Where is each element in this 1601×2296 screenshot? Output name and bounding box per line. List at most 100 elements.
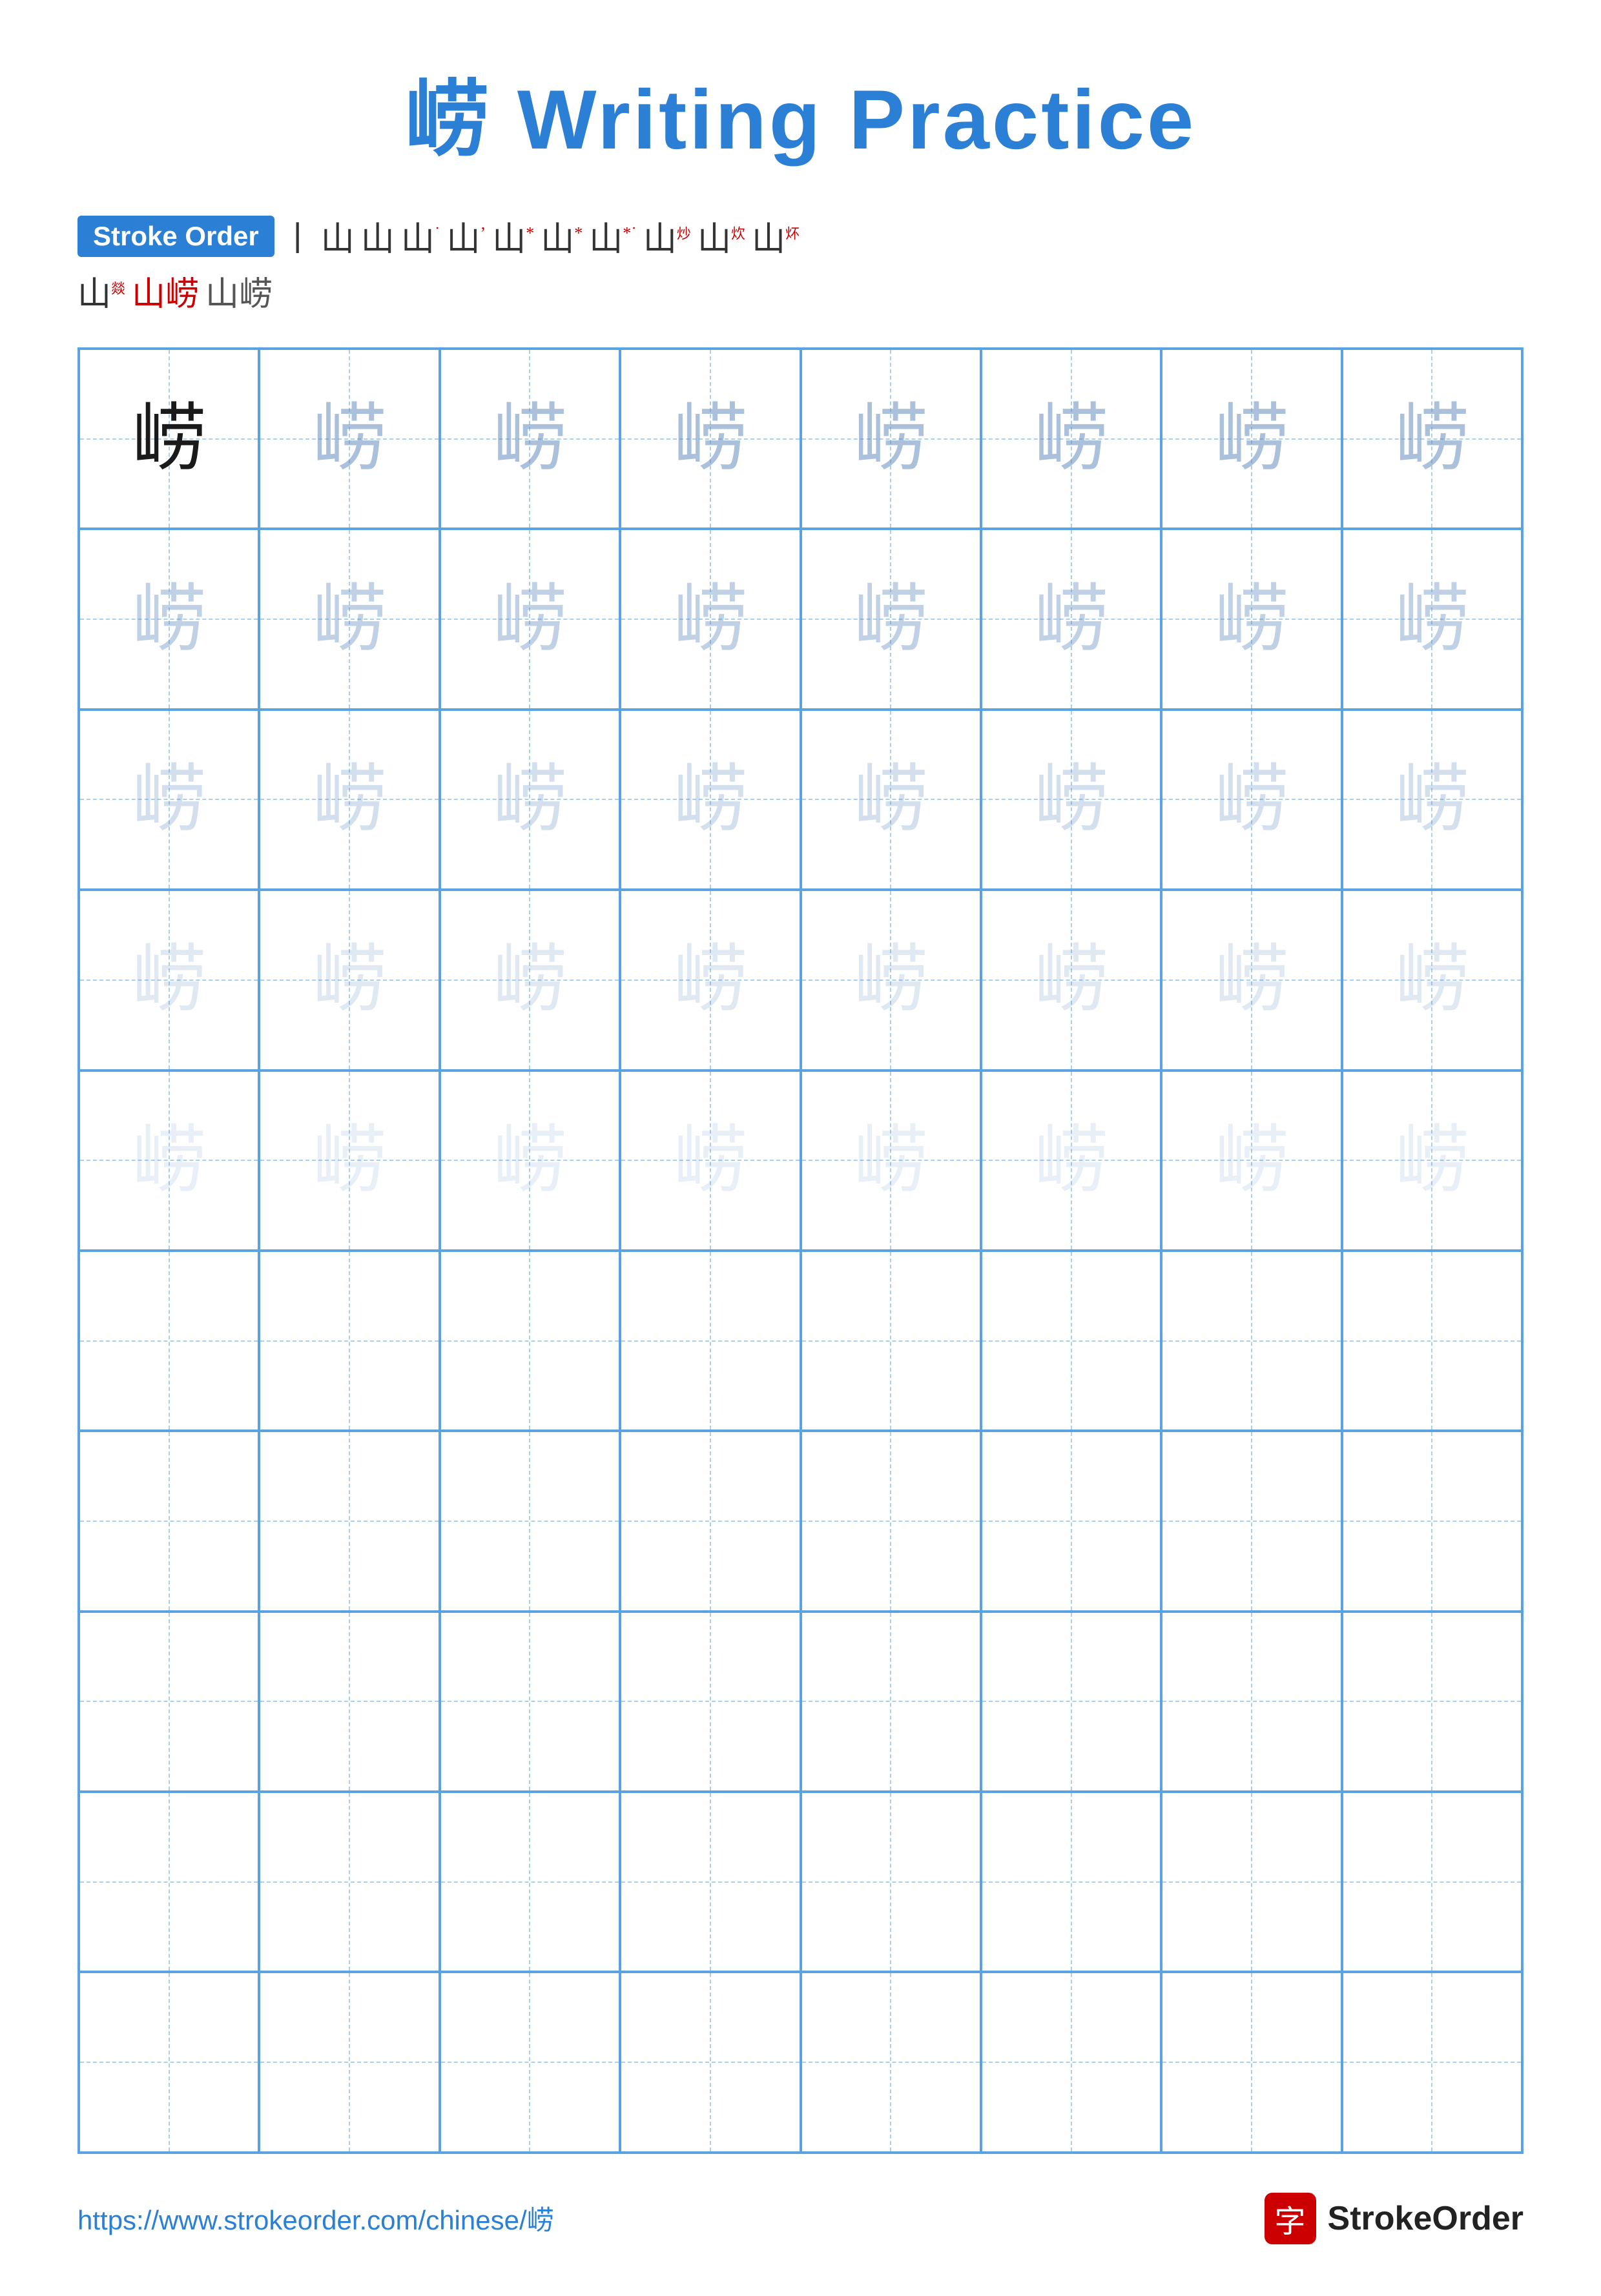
practice-grid: 崂 崂 崂 崂 崂 崂 崂 崂 崂 bbox=[77, 347, 1524, 2154]
grid-row-8 bbox=[79, 1612, 1522, 1792]
stroke-step-10: 山炊 bbox=[697, 212, 745, 260]
grid-cell: 崂 bbox=[1161, 349, 1341, 529]
grid-cell: 崂 bbox=[1161, 529, 1341, 709]
char-gray1: 崂 bbox=[1395, 402, 1469, 476]
stroke-step-13: 山崂 bbox=[132, 267, 199, 315]
grid-cell-empty[interactable] bbox=[259, 1792, 439, 1972]
grid-cell: 崂 bbox=[1161, 710, 1341, 890]
grid-cell: 崂 bbox=[1342, 710, 1522, 890]
grid-cell-empty[interactable] bbox=[259, 1251, 439, 1431]
stroke-step-2: 山 bbox=[321, 212, 355, 260]
grid-cell: 崂 bbox=[440, 349, 620, 529]
grid-cell-empty[interactable] bbox=[79, 1251, 259, 1431]
char-gray2: 崂 bbox=[132, 582, 206, 657]
grid-cell-empty[interactable] bbox=[440, 1612, 620, 1792]
grid-cell-empty[interactable] bbox=[259, 1612, 439, 1792]
grid-cell-empty[interactable] bbox=[1342, 1612, 1522, 1792]
grid-cell: 崂 bbox=[79, 890, 259, 1070]
grid-row-4: 崂 崂 崂 崂 崂 崂 崂 崂 bbox=[79, 890, 1522, 1070]
grid-cell-empty[interactable] bbox=[981, 1972, 1161, 2152]
grid-cell-empty[interactable] bbox=[1342, 1251, 1522, 1431]
grid-cell-empty[interactable] bbox=[1161, 1792, 1341, 1972]
stroke-step-11: 山炋 bbox=[752, 212, 800, 260]
grid-cell-empty[interactable] bbox=[79, 1792, 259, 1972]
stroke-step-9: 山炒 bbox=[643, 212, 691, 260]
grid-cell-empty[interactable] bbox=[1161, 1251, 1341, 1431]
grid-cell: 崂 bbox=[801, 890, 981, 1070]
char-gray2: 崂 bbox=[1214, 582, 1288, 657]
grid-row-3: 崂 崂 崂 崂 崂 崂 崂 崂 bbox=[79, 710, 1522, 890]
char-gray4: 崂 bbox=[1395, 943, 1469, 1017]
grid-cell: 崂 bbox=[440, 529, 620, 709]
stroke-step-5: 山ʼ bbox=[447, 212, 486, 260]
grid-cell: 崂 bbox=[981, 710, 1161, 890]
grid-cell-empty[interactable] bbox=[440, 1251, 620, 1431]
grid-cell-empty[interactable] bbox=[1342, 1792, 1522, 1972]
grid-cell-empty[interactable] bbox=[259, 1431, 439, 1611]
char-gray4: 崂 bbox=[673, 943, 747, 1017]
grid-cell-empty[interactable] bbox=[1161, 1431, 1341, 1611]
grid-row-10 bbox=[79, 1972, 1522, 2152]
grid-cell-empty[interactable] bbox=[259, 1972, 439, 2152]
char-gray1: 崂 bbox=[1034, 402, 1108, 476]
char-gray3: 崂 bbox=[313, 763, 387, 837]
grid-cell-empty[interactable] bbox=[620, 1972, 800, 2152]
stroke-order-row: Stroke Order 丨 山 山 山˙ 山ʼ 山* 山* 山*˙ 山炒 山炊… bbox=[77, 212, 1524, 260]
grid-cell-empty[interactable] bbox=[981, 1431, 1161, 1611]
grid-cell-empty[interactable] bbox=[440, 1792, 620, 1972]
char-gray5: 崂 bbox=[673, 1123, 747, 1198]
grid-cell-empty[interactable] bbox=[79, 1612, 259, 1792]
grid-cell: 崂 bbox=[620, 1071, 800, 1251]
char-gray5: 崂 bbox=[1034, 1123, 1108, 1198]
char-gray3: 崂 bbox=[854, 763, 928, 837]
grid-cell: 崂 bbox=[981, 890, 1161, 1070]
char-gray5: 崂 bbox=[493, 1123, 567, 1198]
char-gray2: 崂 bbox=[313, 582, 387, 657]
char-dark: 崂 bbox=[132, 402, 206, 476]
stroke-order-row2: 山燚 山崂 山崂 bbox=[77, 267, 1524, 315]
stroke-step-6: 山* bbox=[492, 212, 534, 260]
grid-cell: 崂 bbox=[440, 890, 620, 1070]
grid-cell-empty[interactable] bbox=[440, 1431, 620, 1611]
char-gray1: 崂 bbox=[493, 402, 567, 476]
grid-cell-empty[interactable] bbox=[1161, 1612, 1341, 1792]
grid-cell-empty[interactable] bbox=[801, 1431, 981, 1611]
grid-row-6 bbox=[79, 1251, 1522, 1431]
char-gray1: 崂 bbox=[673, 402, 747, 476]
grid-cell: 崂 bbox=[981, 1071, 1161, 1251]
char-gray2: 崂 bbox=[854, 582, 928, 657]
grid-cell-empty[interactable] bbox=[801, 1612, 981, 1792]
grid-cell-empty[interactable] bbox=[1161, 1972, 1341, 2152]
grid-cell-empty[interactable] bbox=[79, 1972, 259, 2152]
grid-cell-empty[interactable] bbox=[1342, 1972, 1522, 2152]
grid-cell: 崂 bbox=[620, 710, 800, 890]
grid-cell: 崂 bbox=[620, 349, 800, 529]
char-gray5: 崂 bbox=[132, 1123, 206, 1198]
grid-cell-empty[interactable] bbox=[620, 1612, 800, 1792]
grid-cell-empty[interactable] bbox=[981, 1612, 1161, 1792]
brand-name: StrokeOrder bbox=[1328, 2199, 1524, 2238]
grid-cell-empty[interactable] bbox=[801, 1251, 981, 1431]
grid-cell: 崂 bbox=[620, 890, 800, 1070]
grid-cell-empty[interactable] bbox=[1342, 1431, 1522, 1611]
char-gray2: 崂 bbox=[493, 582, 567, 657]
char-gray4: 崂 bbox=[493, 943, 567, 1017]
grid-cell-empty[interactable] bbox=[79, 1431, 259, 1611]
grid-cell-empty[interactable] bbox=[620, 1431, 800, 1611]
grid-cell-empty[interactable] bbox=[801, 1972, 981, 2152]
grid-cell: 崂 bbox=[440, 1071, 620, 1251]
stroke-step-3: 山 bbox=[361, 212, 395, 260]
char-gray5: 崂 bbox=[313, 1123, 387, 1198]
grid-cell-empty[interactable] bbox=[620, 1792, 800, 1972]
grid-cell: 崂 bbox=[801, 1071, 981, 1251]
brand-icon: 字 bbox=[1265, 2193, 1316, 2244]
grid-cell: 崂 bbox=[981, 349, 1161, 529]
grid-cell: 崂 bbox=[1342, 890, 1522, 1070]
grid-cell-empty[interactable] bbox=[981, 1251, 1161, 1431]
grid-cell-empty[interactable] bbox=[981, 1792, 1161, 1972]
grid-cell-empty[interactable] bbox=[440, 1972, 620, 2152]
grid-cell-empty[interactable] bbox=[620, 1251, 800, 1431]
grid-row-7 bbox=[79, 1431, 1522, 1611]
grid-cell-empty[interactable] bbox=[801, 1792, 981, 1972]
page-title: 崂 Writing Practice bbox=[405, 52, 1196, 173]
